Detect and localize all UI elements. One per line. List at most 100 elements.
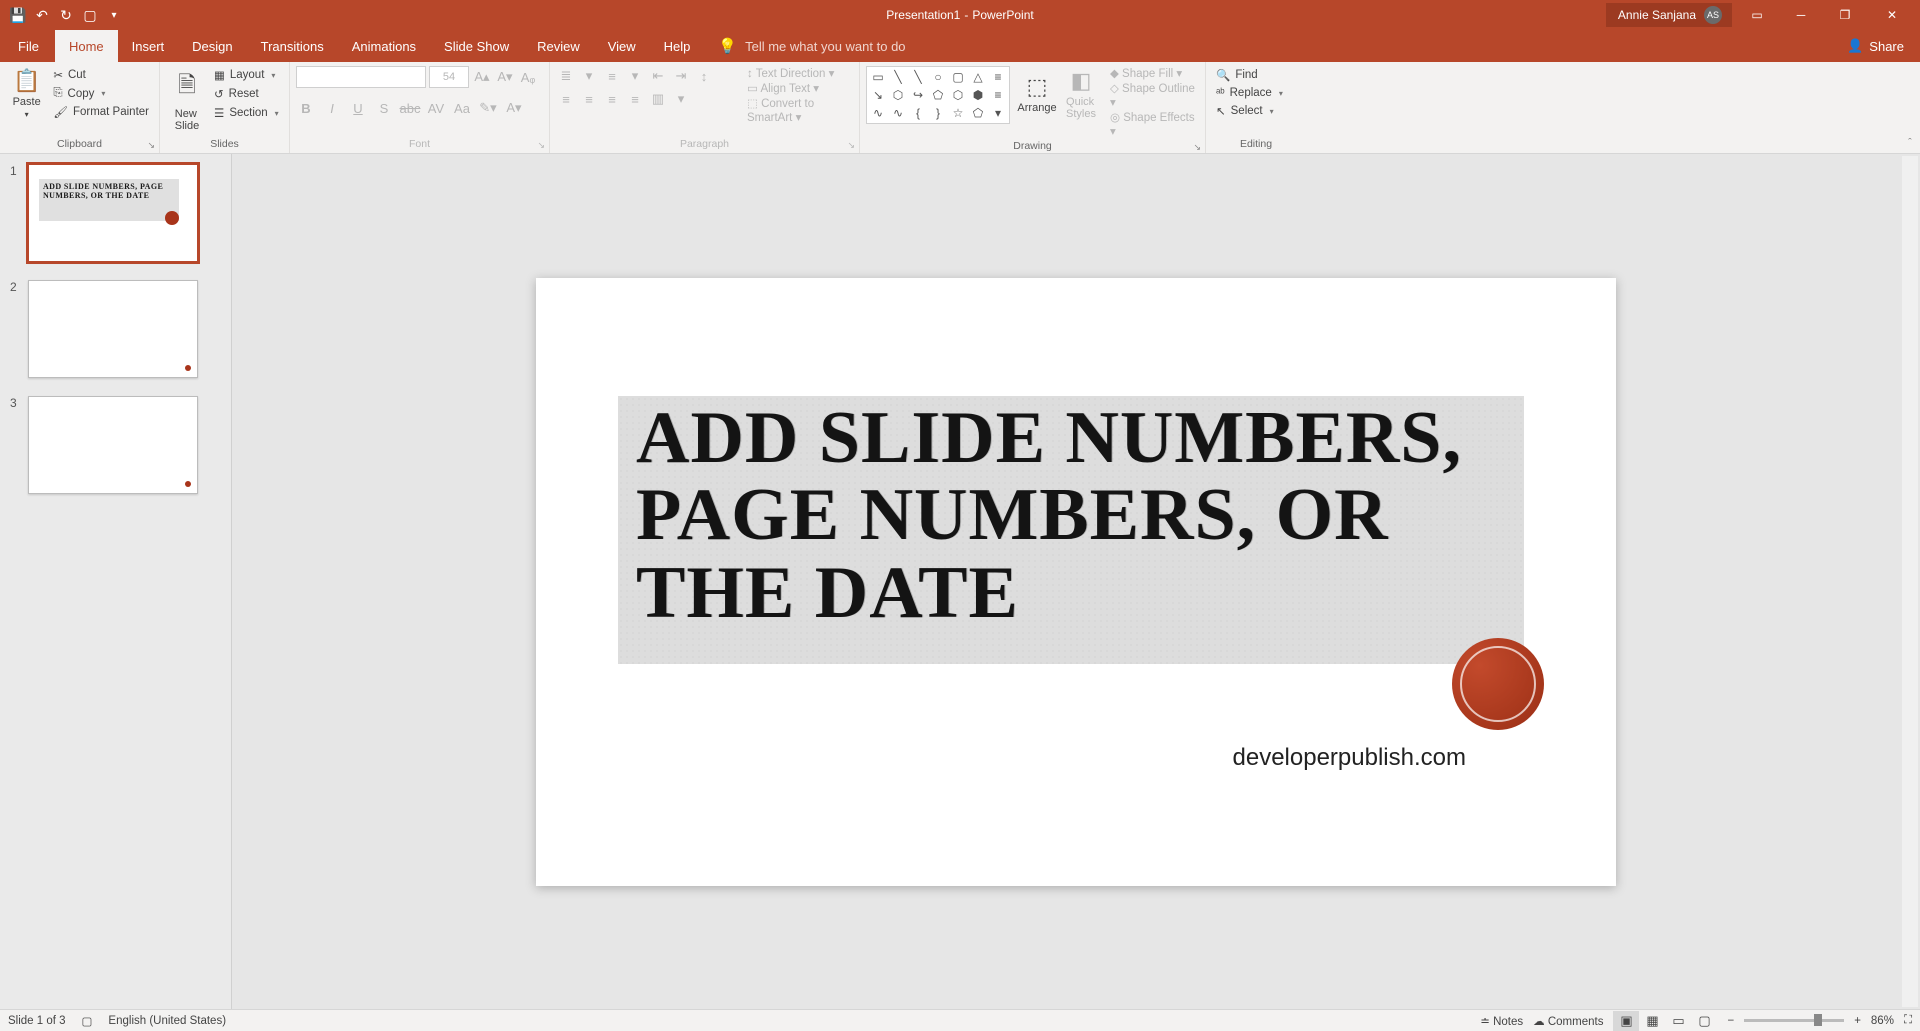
select-button[interactable]: ↖Select▾ xyxy=(1212,102,1287,120)
tab-transitions[interactable]: Transitions xyxy=(247,30,338,62)
arrange-button[interactable]: ⬚ Arrange xyxy=(1016,66,1058,120)
user-account-button[interactable]: Annie Sanjana AS xyxy=(1606,3,1732,27)
justify-icon[interactable]: ≡ xyxy=(625,89,645,109)
maximize-button[interactable]: ❐ xyxy=(1826,0,1864,30)
paste-button[interactable]: 📋 Paste ▾ xyxy=(6,66,47,119)
shapes-gallery[interactable]: ▭╲╲○▢△≡ ↘⬡↪⬠⬡⬢≡ ∿∿{}☆⬠▾ xyxy=(866,66,1010,124)
replace-button[interactable]: ᵃᵇReplace▾ xyxy=(1212,85,1287,101)
collapse-ribbon-icon[interactable]: ˆ xyxy=(1900,62,1920,153)
convert-smartart-button[interactable]: ⬚ Convert to SmartArt ▾ xyxy=(747,96,853,124)
dialog-launcher-icon[interactable]: ↘ xyxy=(537,140,545,151)
columns-icon[interactable]: ▥ xyxy=(648,89,668,109)
language-status[interactable]: English (United States) xyxy=(108,1015,226,1027)
start-show-icon[interactable]: ▢ xyxy=(80,5,100,25)
zoom-level[interactable]: 86% xyxy=(1871,1015,1894,1027)
underline-button[interactable]: U xyxy=(348,98,368,118)
tab-animations[interactable]: Animations xyxy=(338,30,430,62)
arrange-icon: ⬚ xyxy=(1027,74,1048,100)
increase-font-icon[interactable]: A▴ xyxy=(472,67,492,87)
close-button[interactable]: ✕ xyxy=(1870,0,1914,30)
dialog-launcher-icon[interactable]: ↘ xyxy=(1193,142,1201,153)
line-spacing-icon[interactable]: ↕ xyxy=(694,66,714,86)
tab-design[interactable]: Design xyxy=(178,30,246,62)
title-placeholder[interactable]: ADD SLIDE NUMBERS, PAGE NUMBERS, OR THE … xyxy=(618,396,1524,664)
bold-button[interactable]: B xyxy=(296,98,316,118)
clear-format-icon[interactable]: Aᵩ xyxy=(518,67,538,87)
tab-file[interactable]: File xyxy=(4,30,53,62)
zoom-slider[interactable] xyxy=(1744,1019,1844,1022)
dialog-launcher-icon[interactable]: ↘ xyxy=(847,140,855,151)
sorter-view-icon[interactable]: ▦ xyxy=(1639,1011,1665,1031)
zoom-out-button[interactable]: − xyxy=(1727,1015,1734,1027)
text-direction-button[interactable]: ↕ Text Direction ▾ xyxy=(747,66,853,80)
find-button[interactable]: 🔍Find xyxy=(1212,66,1287,84)
tab-review[interactable]: Review xyxy=(523,30,594,62)
brush-icon: 🖌 xyxy=(53,105,68,119)
slide-thumbnails-pane[interactable]: 1 ADD SLIDE NUMBERS, PAGE NUMBERS, OR TH… xyxy=(0,154,232,1009)
undo-icon[interactable]: ↶ xyxy=(32,5,52,25)
change-case-button[interactable]: Aa xyxy=(452,98,472,118)
slide-canvas[interactable]: ADD SLIDE NUMBERS, PAGE NUMBERS, OR THE … xyxy=(536,278,1616,886)
zoom-in-button[interactable]: + xyxy=(1854,1015,1861,1027)
align-right-icon[interactable]: ≡ xyxy=(602,89,622,109)
tab-slideshow[interactable]: Slide Show xyxy=(430,30,523,62)
align-text-button[interactable]: ▭ Align Text ▾ xyxy=(747,81,853,95)
decrease-font-icon[interactable]: A▾ xyxy=(495,67,515,87)
new-slide-button[interactable]: 🗎 New Slide xyxy=(166,66,208,132)
user-name: Annie Sanjana xyxy=(1618,8,1696,22)
decrease-indent-icon[interactable]: ⇤ xyxy=(648,66,668,86)
shape-fill-button[interactable]: ◆ Shape Fill ▾ xyxy=(1110,66,1199,80)
numbering-icon[interactable]: ≡ xyxy=(602,66,622,86)
minimize-button[interactable]: ─ xyxy=(1782,0,1820,30)
format-painter-button[interactable]: 🖌Format Painter xyxy=(49,103,153,121)
group-drawing: ▭╲╲○▢△≡ ↘⬡↪⬠⬡⬢≡ ∿∿{}☆⬠▾ ⬚ Arrange ◧ Quic… xyxy=(860,62,1206,153)
slide-thumbnail-3[interactable] xyxy=(28,396,198,494)
font-size-input[interactable] xyxy=(429,66,469,88)
dialog-launcher-icon[interactable]: ↘ xyxy=(147,140,155,151)
qat-more-icon[interactable]: ▾ xyxy=(104,5,124,25)
fit-to-window-icon[interactable]: ⛶ xyxy=(1904,1014,1912,1027)
comments-button[interactable]: ☁ Comments xyxy=(1533,1014,1603,1028)
reset-button[interactable]: ↺Reset xyxy=(210,85,283,103)
slide-thumbnail-2[interactable] xyxy=(28,280,198,378)
strikethrough-button[interactable]: abc xyxy=(400,98,420,118)
align-center-icon[interactable]: ≡ xyxy=(579,89,599,109)
notes-button[interactable]: ≐ Notes xyxy=(1480,1014,1523,1028)
shape-outline-button[interactable]: ◇ Shape Outline ▾ xyxy=(1110,81,1199,109)
quick-styles-button[interactable]: ◧ Quick Styles xyxy=(1060,66,1102,120)
thumb-number: 1 xyxy=(10,164,20,262)
tab-view[interactable]: View xyxy=(594,30,650,62)
app-name: PowerPoint xyxy=(972,8,1033,22)
redo-icon[interactable]: ↻ xyxy=(56,5,76,25)
reading-view-icon[interactable]: ▭ xyxy=(1665,1011,1691,1031)
char-spacing-button[interactable]: AV xyxy=(426,98,446,118)
layout-button[interactable]: ▦Layout▾ xyxy=(210,66,283,84)
ribbon-display-options-icon[interactable]: ▭ xyxy=(1738,0,1776,30)
align-left-icon[interactable]: ≡ xyxy=(556,89,576,109)
shadow-button[interactable]: S xyxy=(374,98,394,118)
tab-insert[interactable]: Insert xyxy=(118,30,179,62)
font-color-button[interactable]: A▾ xyxy=(504,98,524,118)
slideshow-view-icon[interactable]: ▢ xyxy=(1691,1011,1717,1031)
copy-button[interactable]: ⎘Copy▾ xyxy=(49,85,153,102)
group-font: A▴ A▾ Aᵩ B I U S abc AV Aa ✎▾ A▾ Font↘ xyxy=(290,62,550,153)
tell-me-search[interactable]: 💡 Tell me what you want to do xyxy=(718,30,905,62)
slide-thumbnail-1[interactable]: ADD SLIDE NUMBERS, PAGE NUMBERS, OR THE … xyxy=(28,164,198,262)
bullets-icon[interactable]: ≣ xyxy=(556,66,576,86)
share-button[interactable]: 👤 Share xyxy=(1847,30,1920,62)
shape-effects-button[interactable]: ◎ Shape Effects ▾ xyxy=(1110,110,1199,138)
spell-check-icon[interactable]: ▢ xyxy=(82,1014,93,1028)
save-icon[interactable]: 💾 xyxy=(8,5,28,25)
slide-counter[interactable]: Slide 1 of 3 xyxy=(8,1015,66,1027)
tab-help[interactable]: Help xyxy=(650,30,705,62)
slide-canvas-area[interactable]: ADD SLIDE NUMBERS, PAGE NUMBERS, OR THE … xyxy=(232,154,1920,1009)
highlight-button[interactable]: ✎▾ xyxy=(478,98,498,118)
vertical-scrollbar[interactable] xyxy=(1902,156,1918,1007)
normal-view-icon[interactable]: ▣ xyxy=(1613,1011,1639,1031)
cut-button[interactable]: ✂Cut xyxy=(49,66,153,84)
increase-indent-icon[interactable]: ⇥ xyxy=(671,66,691,86)
italic-button[interactable]: I xyxy=(322,98,342,118)
tab-home[interactable]: Home xyxy=(55,30,118,62)
font-name-input[interactable] xyxy=(296,66,426,88)
section-button[interactable]: ☰Section▾ xyxy=(210,104,283,122)
